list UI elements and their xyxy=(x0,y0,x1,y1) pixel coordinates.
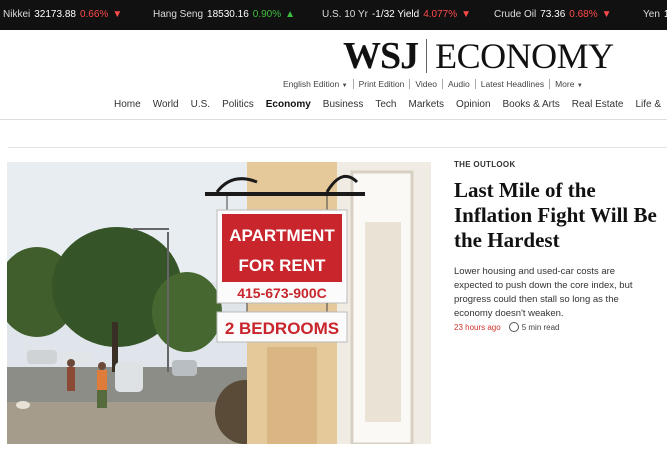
article-photo[interactable]: APARTMENT FOR RENT 415-673-900C 2 BEDROO… xyxy=(7,162,431,444)
article-headline[interactable]: Last Mile of the Inflation Fight Will Be… xyxy=(454,178,659,253)
section-title[interactable]: ECONOMY xyxy=(435,35,614,77)
ticker-item[interactable]: Hang Seng 18530.16 0.90% ▲ xyxy=(153,0,295,30)
main-nav: Home World U.S. Politics Economy Busines… xyxy=(114,99,667,110)
audio-link[interactable]: Audio xyxy=(448,79,470,89)
down-arrow-icon: ▼ xyxy=(112,9,123,20)
masthead[interactable]: WSJ ECONOMY xyxy=(343,34,614,78)
section-divider xyxy=(8,147,667,148)
nav-economy[interactable]: Economy xyxy=(266,99,311,110)
ticker-value: -1/32 Yield xyxy=(371,9,420,20)
ticker-item[interactable]: Yen 14 xyxy=(643,0,667,30)
sign-bedrooms: 2 BEDROOMS xyxy=(225,319,339,338)
nav-life-arts[interactable]: Life & xyxy=(635,99,661,110)
ticker-name: Nikkei xyxy=(3,9,31,20)
ticker-change: 0.90% xyxy=(252,9,282,20)
nav-world[interactable]: World xyxy=(153,99,179,110)
divider xyxy=(442,79,443,89)
more-label: More xyxy=(555,79,575,89)
ticker-item[interactable]: Nikkei 32173.88 0.66% ▼ xyxy=(3,0,122,30)
read-time-label: 5 min read xyxy=(521,322,560,332)
nav-divider xyxy=(0,119,667,120)
ticker-value: 18530.16 xyxy=(207,9,249,20)
sign-phone: 415-673-900C xyxy=(237,285,327,301)
article-meta: 23 hours ago 5 min read xyxy=(454,322,560,332)
nav-politics[interactable]: Politics xyxy=(222,99,254,110)
wsj-logo[interactable]: WSJ xyxy=(343,34,419,78)
read-time: 5 min read xyxy=(508,322,560,332)
ticker-item[interactable]: Crude Oil 73.36 0.68% ▼ xyxy=(494,0,612,30)
nav-books-arts[interactable]: Books & Arts xyxy=(503,99,560,110)
nav-tech[interactable]: Tech xyxy=(375,99,396,110)
nav-business[interactable]: Business xyxy=(323,99,364,110)
market-ticker: Nikkei 32173.88 0.66% ▼ Hang Seng 18530.… xyxy=(0,0,667,30)
print-edition-link[interactable]: Print Edition xyxy=(359,79,405,89)
sign-line2: FOR RENT xyxy=(239,256,327,275)
ticker-name: Yen xyxy=(643,9,660,20)
ticker-item[interactable]: U.S. 10 Yr -1/32 Yield 4.077% ▼ xyxy=(322,0,471,30)
nav-opinion[interactable]: Opinion xyxy=(456,99,490,110)
ticker-value: 32173.88 xyxy=(34,9,76,20)
sign-line1: APARTMENT xyxy=(229,226,335,245)
divider xyxy=(474,79,476,89)
video-link[interactable]: Video xyxy=(415,79,437,89)
edition-selector[interactable]: English Edition ▼ xyxy=(283,79,348,89)
ticker-value: 73.36 xyxy=(540,9,566,20)
article-timestamp: 23 hours ago xyxy=(454,322,501,332)
ticker-change: 0.68% xyxy=(569,9,598,20)
caret-down-icon: ▼ xyxy=(576,83,583,89)
edition-label: English Edition xyxy=(283,79,340,89)
down-arrow-icon: ▼ xyxy=(601,9,612,20)
nav-markets[interactable]: Markets xyxy=(408,99,444,110)
ticker-change: 4.077% xyxy=(423,9,458,20)
divider xyxy=(549,79,551,89)
nav-us[interactable]: U.S. xyxy=(191,99,210,110)
masthead-divider xyxy=(426,39,428,73)
apartment-for-rent-photo: APARTMENT FOR RENT 415-673-900C 2 BEDROO… xyxy=(7,162,431,444)
nav-home[interactable]: Home xyxy=(114,99,141,110)
caret-down-icon: ▼ xyxy=(341,83,348,89)
utility-links: English Edition ▼ Print Edition Video Au… xyxy=(283,79,583,89)
down-arrow-icon: ▼ xyxy=(461,9,472,20)
nav-real-estate[interactable]: Real Estate xyxy=(572,99,624,110)
divider xyxy=(409,79,411,89)
latest-headlines-link[interactable]: Latest Headlines xyxy=(481,79,544,89)
article-summary: Lower housing and used-car costs are exp… xyxy=(454,266,633,319)
more-menu[interactable]: More ▼ xyxy=(555,79,583,89)
ticker-change: 0.66% xyxy=(79,9,109,20)
divider xyxy=(352,79,354,89)
ticker-name: Crude Oil xyxy=(494,9,537,20)
up-arrow-icon: ▲ xyxy=(285,9,296,20)
ticker-name: Hang Seng xyxy=(153,9,204,20)
clock-icon xyxy=(508,322,519,332)
ticker-name: U.S. 10 Yr xyxy=(322,9,368,20)
article-kicker[interactable]: THE OUTLOOK xyxy=(454,160,516,169)
